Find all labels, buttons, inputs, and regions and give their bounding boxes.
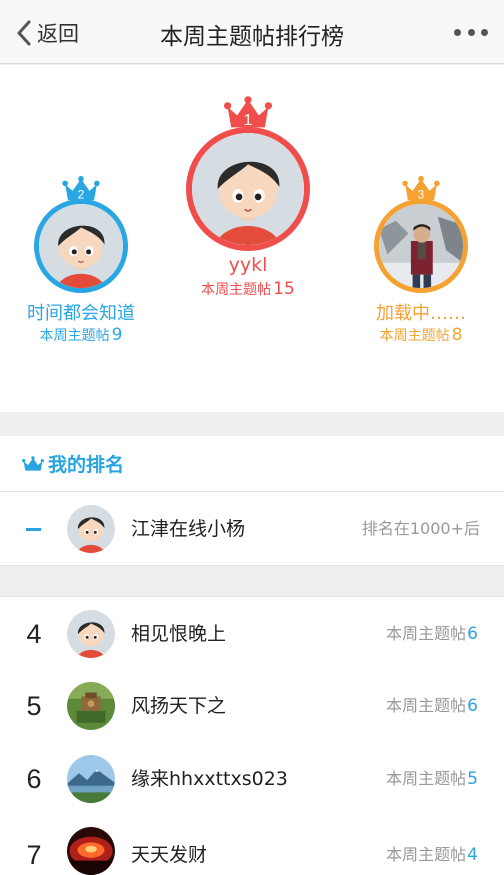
podium-third[interactable]: 3 加载中…… 本周主题帖 8 xyxy=(374,175,468,345)
winner-name: yykl xyxy=(228,254,268,276)
cartoon-boy-avatar xyxy=(192,133,304,245)
list-item[interactable]: 5 风扬天下之 本周主题帖6 xyxy=(0,669,504,743)
avatar[interactable] xyxy=(34,199,128,293)
count-label: 本周主题帖 xyxy=(386,696,467,715)
count-label: 本周主题帖 xyxy=(39,328,110,344)
count-label: 本周主题帖 xyxy=(386,845,467,864)
count-value: 9 xyxy=(111,325,123,345)
avatar xyxy=(67,755,115,803)
list-item[interactable]: 4 相见恨晚上 本周主题帖6 xyxy=(0,596,504,670)
podium: 2 时间都会知道 本周主题帖 9 1 yykl 本周主题帖 15 3 加载中……… xyxy=(0,65,504,412)
avatar xyxy=(67,682,115,730)
winner-name: 加载中…… xyxy=(376,303,466,324)
cartoon-boy-avatar xyxy=(39,204,123,288)
cartoon-boy-avatar xyxy=(67,610,115,658)
post-count: 本周主题帖6 xyxy=(386,597,478,671)
rank-number: 5 xyxy=(26,691,42,721)
sunset-avatar xyxy=(67,827,115,875)
rank-status: 排名在1000+后 xyxy=(361,519,480,538)
nav-bar: 返回 本周主题帖排行榜 xyxy=(0,0,504,64)
count-value: 6 xyxy=(467,624,478,644)
cartoon-boy-avatar xyxy=(67,505,115,553)
back-button[interactable]: 返回 xyxy=(16,18,79,48)
post-count: 本周主题帖4 xyxy=(386,818,478,875)
rank-number: 6 xyxy=(26,764,42,794)
list-item[interactable]: 7 天天发财 本周主题帖4 xyxy=(0,815,504,875)
winner-count: 本周主题帖 8 xyxy=(331,325,504,345)
count-label: 本周主题帖 xyxy=(386,769,467,788)
count-label: 本周主题帖 xyxy=(379,328,450,344)
avatar[interactable] xyxy=(186,127,310,251)
rank-number: 7 xyxy=(26,840,42,870)
list-item[interactable]: 6 缘来hhxxttxs023 本周主题帖5 xyxy=(0,742,504,816)
user-name: 相见恨晚上 xyxy=(131,623,227,645)
landscape-avatar xyxy=(67,755,115,803)
game-scene-avatar xyxy=(67,682,115,730)
avatar xyxy=(67,505,115,553)
count-label: 本周主题帖 xyxy=(386,624,467,643)
post-count: 本周主题帖6 xyxy=(386,669,478,743)
count-value: 6 xyxy=(467,696,478,716)
user-name: 风扬天下之 xyxy=(131,695,227,717)
winner-count: 本周主题帖 9 xyxy=(0,325,171,345)
back-label: 返回 xyxy=(37,22,79,46)
user-name: 缘来hhxxttxs023 xyxy=(131,768,288,790)
post-count: 本周主题帖5 xyxy=(386,742,478,816)
my-rank-row[interactable]: 江津在线小杨 排名在1000+后 xyxy=(0,492,504,566)
user-name: 天天发财 xyxy=(131,844,208,866)
count-value: 15 xyxy=(273,279,295,299)
my-rank-title: 我的排名 xyxy=(48,454,125,476)
rank-number: 4 xyxy=(26,619,42,649)
count-value: 4 xyxy=(467,845,478,865)
podium-first[interactable]: 1 yykl 本周主题帖 15 xyxy=(186,95,310,300)
no-rank-dash xyxy=(26,528,41,531)
count-value: 5 xyxy=(467,769,478,789)
crown-icon: 1 xyxy=(224,96,272,129)
count-value: 8 xyxy=(451,325,463,345)
crown-icon xyxy=(22,455,44,471)
avatar[interactable] xyxy=(374,199,468,293)
user-name: 江津在线小杨 xyxy=(131,518,246,540)
person-photo-avatar xyxy=(379,204,463,288)
more-dots-icon[interactable] xyxy=(454,20,488,44)
avatar xyxy=(67,610,115,658)
my-rank-header: 我的排名 xyxy=(0,436,504,492)
avatar xyxy=(67,827,115,875)
count-label: 本周主题帖 xyxy=(201,282,272,298)
winner-name: 时间都会知道 xyxy=(27,303,135,324)
winner-count: 本周主题帖 15 xyxy=(158,279,338,299)
chevron-left-icon xyxy=(17,20,31,46)
podium-second[interactable]: 2 时间都会知道 本周主题帖 9 xyxy=(27,175,135,345)
